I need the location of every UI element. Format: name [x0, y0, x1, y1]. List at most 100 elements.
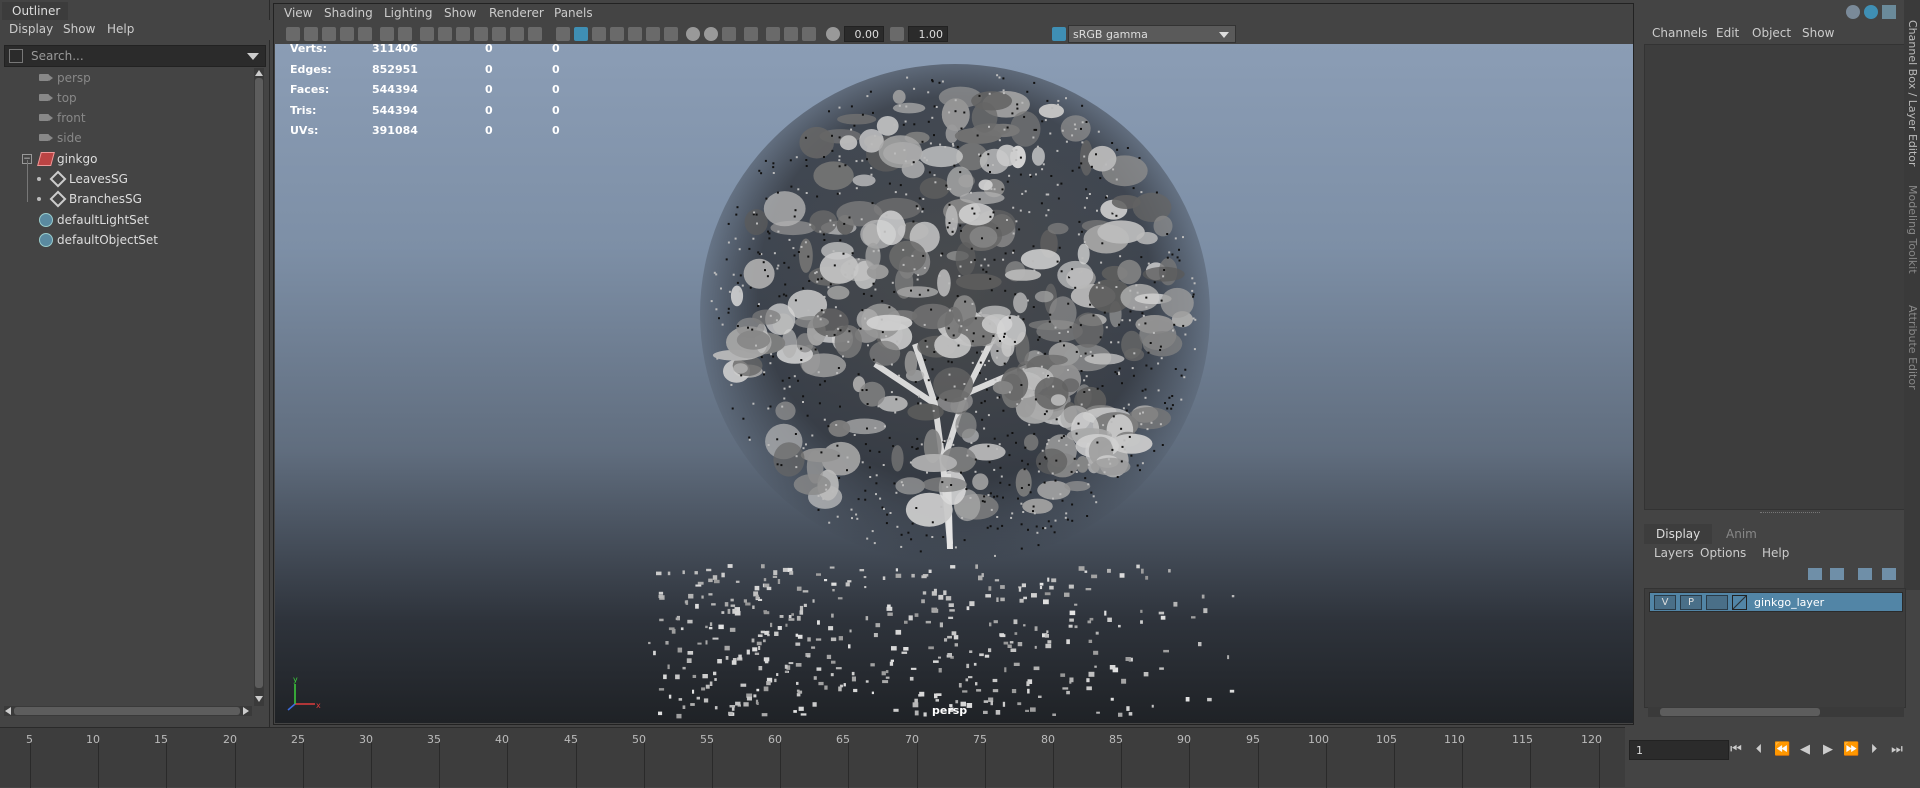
- textured-icon[interactable]: [610, 27, 624, 41]
- list-item[interactable]: − ginkgo: [4, 149, 254, 169]
- outliner-menu-show[interactable]: Show: [63, 22, 95, 36]
- new-layer-from-selection-icon[interactable]: [1882, 568, 1896, 580]
- tab-attribute-editor[interactable]: Attribute Editor: [1905, 305, 1919, 390]
- color-management-icon[interactable]: [1052, 27, 1066, 41]
- tab-channel-box-layer-editor[interactable]: Channel Box / Layer Editor: [1905, 20, 1919, 167]
- viewport-menu-view[interactable]: View: [284, 6, 312, 20]
- select-camera-icon[interactable]: [286, 27, 300, 41]
- wireframe-icon[interactable]: [556, 27, 570, 41]
- outliner-menu-help[interactable]: Help: [107, 22, 134, 36]
- layer-visibility-toggle[interactable]: V: [1654, 595, 1676, 610]
- motion-blur-icon[interactable]: [704, 27, 718, 41]
- scroll-right-icon[interactable]: [243, 707, 249, 715]
- exposure-field[interactable]: 0.00: [844, 26, 884, 42]
- list-item[interactable]: front: [4, 108, 254, 128]
- channel-menu-show[interactable]: Show: [1802, 26, 1834, 40]
- resolution-gate-icon[interactable]: [456, 27, 470, 41]
- layer-color-swatch[interactable]: [1732, 595, 1747, 610]
- tab-display[interactable]: Display: [1644, 524, 1713, 544]
- tab-anim[interactable]: Anim: [1714, 524, 1769, 544]
- ambient-occlusion-icon[interactable]: [686, 27, 700, 41]
- gate-mask-icon[interactable]: [474, 27, 488, 41]
- viewport-menu-renderer[interactable]: Renderer: [489, 6, 544, 20]
- outliner-vertical-scroll-thumb[interactable]: [255, 78, 263, 688]
- gamma-field[interactable]: 1.00: [908, 26, 948, 42]
- perspective-viewport[interactable]: Verts: 311406 0 0 Edges: 852951 0 0 Face…: [275, 44, 1633, 723]
- search-input[interactable]: [31, 48, 231, 64]
- list-item[interactable]: side: [4, 128, 254, 148]
- list-item[interactable]: defaultObjectSet: [4, 230, 254, 250]
- smooth-shade-icon[interactable]: [574, 27, 588, 41]
- axis-icon[interactable]: [1846, 5, 1860, 19]
- image-plane-icon[interactable]: [340, 27, 354, 41]
- layer-name[interactable]: ginkgo_layer: [1754, 596, 1824, 609]
- step-back-key-icon[interactable]: ⏪: [1774, 743, 1790, 757]
- safe-title-icon[interactable]: [528, 27, 542, 41]
- color-space-select[interactable]: sRGB gamma: [1068, 25, 1236, 43]
- viewport-menu-panels[interactable]: Panels: [554, 6, 593, 20]
- film-gate-icon[interactable]: [438, 27, 452, 41]
- anti-aliasing-icon[interactable]: [722, 27, 736, 41]
- scroll-left-icon[interactable]: [5, 707, 11, 715]
- layer-menu-options[interactable]: Options: [1700, 546, 1746, 560]
- outliner-menu-display[interactable]: Display: [9, 22, 53, 36]
- layer-horizontal-scroll-thumb[interactable]: [1660, 708, 1820, 716]
- outliner-title-tab[interactable]: Outliner: [2, 2, 68, 20]
- field-chart-icon[interactable]: [492, 27, 506, 41]
- xray-joints-icon[interactable]: [784, 27, 798, 41]
- viewport-menu-lighting[interactable]: Lighting: [384, 6, 433, 20]
- play-forwards-icon[interactable]: ▶: [1820, 743, 1836, 757]
- channel-menu-edit[interactable]: Edit: [1716, 26, 1739, 40]
- current-frame-field[interactable]: [1629, 740, 1729, 760]
- layer-menu-help[interactable]: Help: [1762, 546, 1789, 560]
- layer-display-type-toggle[interactable]: [1706, 595, 1728, 610]
- shadows-icon[interactable]: [664, 27, 678, 41]
- exposure-icon[interactable]: [826, 27, 840, 41]
- grease-pen-icon[interactable]: [398, 27, 412, 41]
- attribute-editor-icon[interactable]: [1882, 5, 1896, 19]
- list-item[interactable]: persp: [4, 68, 254, 88]
- scroll-up-icon[interactable]: [255, 70, 263, 76]
- list-item[interactable]: LeavesSG: [4, 169, 254, 189]
- 2d-pan-zoom-icon[interactable]: [380, 27, 394, 41]
- grease-pencil-icon[interactable]: [358, 27, 372, 41]
- viewport-menu-shading[interactable]: Shading: [324, 6, 373, 20]
- ginkgo-tree-model[interactable]: [275, 44, 1633, 723]
- go-to-start-icon[interactable]: ⏮: [1728, 743, 1744, 757]
- layer-playback-toggle[interactable]: P: [1680, 595, 1702, 610]
- checker-icon[interactable]: [628, 27, 642, 41]
- xray-components-icon[interactable]: [802, 27, 816, 41]
- scroll-down-icon[interactable]: [255, 696, 263, 702]
- gamma-icon[interactable]: [890, 27, 904, 41]
- new-layer-icon[interactable]: [1858, 568, 1872, 580]
- list-item[interactable]: BranchesSG: [4, 189, 254, 209]
- layer-row[interactable]: V P ginkgo_layer: [1649, 592, 1903, 612]
- step-forward-frame-icon[interactable]: ⏵: [1866, 743, 1882, 757]
- wireframe-on-shaded-icon[interactable]: [592, 27, 606, 41]
- tool-settings-icon[interactable]: [1864, 5, 1878, 19]
- move-layer-down-icon[interactable]: [1830, 568, 1844, 580]
- panel-splitter[interactable]: [1760, 512, 1820, 515]
- channel-menu-object[interactable]: Object: [1752, 26, 1791, 40]
- xray-icon[interactable]: [766, 27, 780, 41]
- viewport-menu-show[interactable]: Show: [444, 6, 476, 20]
- play-backwards-icon[interactable]: ◀: [1797, 743, 1813, 757]
- list-item[interactable]: top: [4, 88, 254, 108]
- time-slider[interactable]: 5 10 15 20 25 30 35 40 45 50 55 60 65 70 75 80 85 90 95 100…: [0, 727, 1625, 788]
- grid-icon[interactable]: [420, 27, 434, 41]
- filter-icon[interactable]: [9, 49, 23, 63]
- layer-menu-layers[interactable]: Layers: [1654, 546, 1694, 560]
- list-item[interactable]: defaultLightSet: [4, 210, 254, 230]
- step-forward-key-icon[interactable]: ⏩: [1843, 743, 1859, 757]
- camera-attributes-icon[interactable]: [304, 27, 318, 41]
- safe-action-icon[interactable]: [510, 27, 524, 41]
- go-to-end-icon[interactable]: ⏭: [1889, 743, 1905, 757]
- bookmarks-icon[interactable]: [322, 27, 336, 41]
- tab-modeling-toolkit[interactable]: Modeling Toolkit: [1905, 185, 1919, 274]
- channel-box-area[interactable]: [1644, 44, 1906, 510]
- search-dropdown-icon[interactable]: [247, 53, 259, 60]
- step-back-frame-icon[interactable]: ⏴: [1751, 743, 1767, 757]
- isolate-select-icon[interactable]: [744, 27, 758, 41]
- lights-icon[interactable]: [646, 27, 660, 41]
- outliner-horizontal-scroll-thumb[interactable]: [14, 707, 240, 715]
